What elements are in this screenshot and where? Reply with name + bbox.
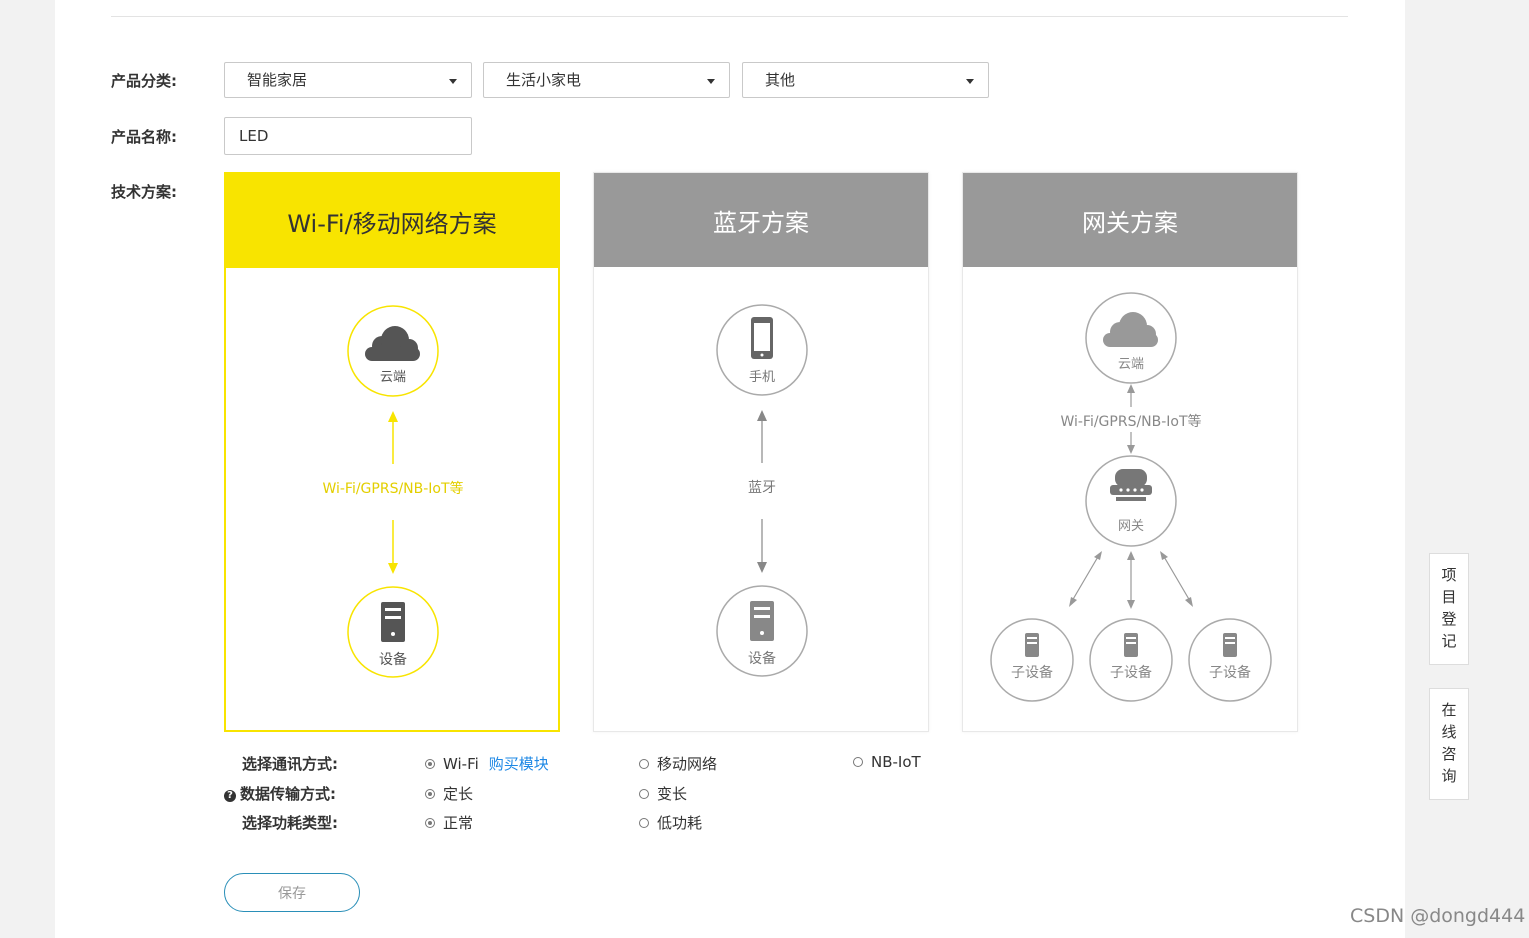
radio-checked-icon [425, 758, 435, 769]
node-label: 子设备 [1110, 664, 1152, 681]
divider [111, 16, 1348, 17]
radio-label: NB-IoT [871, 753, 921, 771]
caret-down-icon [966, 79, 974, 84]
card-bluetooth-title: 蓝牙方案 [594, 173, 928, 267]
link-label: Wi-Fi/GPRS/NB-IoT等 [1060, 413, 1201, 430]
radio-fixed[interactable]: 定长 [425, 783, 473, 804]
save-button[interactable]: 保存 [224, 873, 360, 912]
category-select-3[interactable]: 其他 [742, 62, 989, 98]
gateway-diagram: 云端 Wi-Fi/GPRS/NB-IoT等 网关 子设备 子设备 子设备 [990, 292, 1272, 702]
arrow-down-icon [1127, 445, 1135, 454]
card-bluetooth[interactable]: 蓝牙方案 手机 蓝牙 设备 [593, 172, 929, 732]
radio-normal[interactable]: 正常 [425, 812, 473, 833]
device-icon [1223, 633, 1237, 657]
tech-label: 技术方案: [111, 183, 177, 201]
category-select-2-value: 生活小家电 [506, 71, 582, 89]
question-circle-icon[interactable]: ? [224, 790, 236, 802]
comm-label: 选择通讯方式: [242, 755, 338, 773]
product-name-input[interactable]: LED [224, 117, 472, 155]
project-register-button[interactable]: 项目登记 [1429, 553, 1469, 665]
caret-down-icon [449, 79, 457, 84]
category-select-2[interactable]: 生活小家电 [483, 62, 730, 98]
radio-label: Wi-Fi [443, 754, 479, 773]
radio-mobile[interactable]: 移动网络 [639, 753, 717, 774]
watermark: CSDN @dongd444 [1350, 905, 1526, 927]
radio-label: 移动网络 [657, 755, 718, 773]
power-label: 选择功耗类型: [242, 814, 338, 832]
caret-down-icon [707, 79, 715, 84]
category-select-3-value: 其他 [765, 71, 796, 89]
radio-wifi[interactable]: Wi-Fi 购买模块 [425, 753, 549, 774]
device-icon [1025, 633, 1039, 657]
card-gateway[interactable]: 网关方案 云端 Wi-Fi/GPRS/NB-IoT等 网关 子设备 子设备 子设… [962, 172, 1298, 732]
product-name-label: 产品名称: [111, 128, 177, 146]
wifi-diagram: 云端 Wi-Fi/GPRS/NB-IoT等 设备 [322, 305, 464, 678]
arrow-down-icon [757, 562, 767, 573]
radio-unchecked-icon [639, 788, 649, 799]
radio-unchecked-icon [639, 758, 649, 769]
radio-variable[interactable]: 变长 [639, 783, 687, 804]
arrow-down-icon [388, 563, 398, 574]
node-label: 手机 [749, 370, 775, 385]
sub-device-node [1089, 618, 1173, 702]
buy-module-link[interactable]: 购买模块 [489, 753, 549, 774]
side-button-label: 在线咨询 [1441, 701, 1457, 785]
link-label: Wi-Fi/GPRS/NB-IoT等 [322, 480, 463, 497]
category-select-1-value: 智能家居 [247, 71, 308, 89]
radio-label: 正常 [443, 814, 474, 832]
category-label: 产品分类: [111, 72, 177, 90]
online-consult-button[interactable]: 在线咨询 [1429, 688, 1469, 800]
node-label: 子设备 [1011, 664, 1053, 681]
transfer-label: 数据传输方式: [240, 785, 336, 803]
radio-unchecked-icon [639, 817, 649, 828]
transfer-label-row: ? 数据传输方式: [224, 783, 336, 804]
category-select-1[interactable]: 智能家居 [224, 62, 472, 98]
node-label: 网关 [1118, 519, 1144, 534]
card-gateway-title: 网关方案 [963, 173, 1297, 267]
side-button-label: 项目登记 [1441, 566, 1457, 650]
radio-label: 定长 [443, 785, 474, 803]
radio-unchecked-icon [853, 757, 863, 767]
radio-nbiot[interactable]: NB-IoT [853, 753, 921, 771]
node-label: 子设备 [1209, 664, 1251, 681]
bluetooth-diagram: 手机 蓝牙 设备 [716, 304, 808, 677]
radio-checked-icon [425, 817, 435, 828]
card-wifi-title: Wi-Fi/移动网络方案 [226, 174, 558, 268]
node-label: 云端 [1118, 357, 1144, 372]
arrow-up-icon [1127, 384, 1135, 393]
link-label: 蓝牙 [748, 480, 776, 496]
radio-label: 低功耗 [657, 814, 703, 832]
phone-icon [751, 317, 773, 359]
node-label: 设备 [748, 650, 776, 667]
card-wifi[interactable]: Wi-Fi/移动网络方案 云端 Wi-Fi/GPRS/NB-IoT等 设备 [224, 172, 560, 732]
sub-device-node [1188, 618, 1272, 702]
node-label: 云端 [380, 370, 406, 385]
device-icon [750, 601, 774, 641]
device-icon [381, 602, 405, 642]
radio-label: 变长 [657, 785, 688, 803]
sub-device-node [990, 618, 1074, 702]
radio-checked-icon [425, 788, 435, 799]
radio-low-power[interactable]: 低功耗 [639, 812, 702, 833]
device-icon [1124, 633, 1138, 657]
node-label: 设备 [379, 651, 407, 668]
